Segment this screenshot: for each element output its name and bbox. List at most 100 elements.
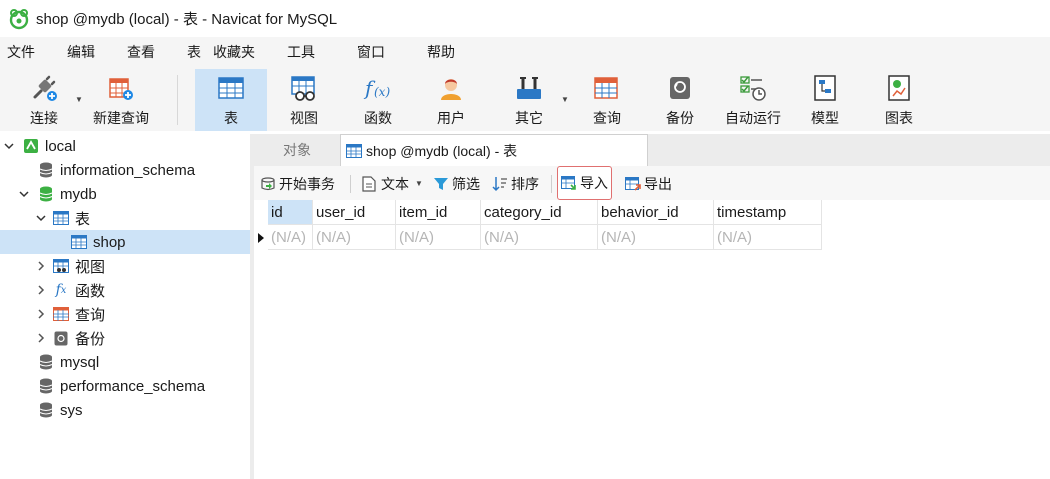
- view-button[interactable]: 视图: [276, 69, 332, 131]
- chevron-down-icon[interactable]: [3, 140, 15, 152]
- menu-tools[interactable]: 工具: [281, 42, 321, 62]
- tab-objects[interactable]: 对象: [254, 134, 340, 166]
- tree-db-information-schema[interactable]: information_schema: [0, 158, 250, 182]
- chevron-down-icon[interactable]: [18, 188, 30, 200]
- menu-table[interactable]: 表: [181, 42, 207, 62]
- tree-db-sys[interactable]: sys: [0, 398, 250, 422]
- navigation-tree: local information_schema mydb 表 shop 视图 …: [0, 134, 250, 479]
- new-query-button[interactable]: 新建查询: [88, 69, 154, 131]
- chart-label: 图表: [885, 110, 913, 126]
- menu-edit[interactable]: 编辑: [61, 42, 101, 62]
- table-icon: [216, 73, 246, 103]
- chevron-right-icon[interactable]: [35, 284, 47, 296]
- view-label: 视图: [290, 110, 318, 126]
- tree-db-mydb[interactable]: mydb: [0, 182, 250, 206]
- table-toolbar: 开始事务 文本 ▼ 筛选 排序 导入 导出: [254, 166, 1050, 200]
- chevron-down-icon[interactable]: [35, 212, 47, 224]
- user-button[interactable]: 用户: [423, 69, 479, 131]
- column-header-behavior-id[interactable]: behavior_id: [598, 200, 714, 225]
- filter-button[interactable]: 筛选: [430, 170, 483, 197]
- tree-connection-local[interactable]: local: [0, 134, 250, 158]
- sort-icon: [492, 176, 508, 192]
- chevron-right-icon[interactable]: [35, 308, 47, 320]
- chevron-right-icon[interactable]: [35, 260, 47, 272]
- database-icon: [38, 378, 54, 394]
- sort-button[interactable]: 排序: [489, 170, 542, 197]
- navicat-logo-icon: [9, 8, 29, 29]
- tree-label: 查询: [75, 306, 106, 324]
- table-button[interactable]: 表: [195, 69, 267, 131]
- grid-cell[interactable]: (N/A): [714, 225, 822, 250]
- grid-cell[interactable]: (N/A): [598, 225, 714, 250]
- tree-label: performance_schema: [60, 377, 206, 395]
- query-icon: [592, 73, 622, 103]
- tree-node-tables[interactable]: 表: [0, 206, 250, 230]
- connect-button[interactable]: 连接: [18, 69, 70, 131]
- automation-icon: [738, 73, 768, 103]
- window-title: shop @mydb (local) - 表 - Navicat for MyS…: [36, 11, 338, 28]
- import-button[interactable]: 导入: [557, 166, 612, 200]
- tree-node-backups[interactable]: 备份: [0, 326, 250, 350]
- grid-cell[interactable]: (N/A): [396, 225, 481, 250]
- menu-window[interactable]: 窗口: [351, 42, 391, 62]
- export-button[interactable]: 导出: [622, 170, 675, 197]
- grid-cell[interactable]: (N/A): [268, 225, 313, 250]
- tree-label: local: [45, 137, 76, 155]
- tree-label: shop: [93, 233, 126, 251]
- function-button[interactable]: f (x) 函数: [350, 69, 406, 131]
- data-grid: id user_id item_id category_id behavior_…: [254, 200, 1050, 479]
- toolbar-separator: [177, 75, 178, 125]
- toolbar-separator: [551, 175, 552, 193]
- column-header-item-id[interactable]: item_id: [396, 200, 481, 225]
- backup-icon: [665, 73, 695, 103]
- tree-node-views[interactable]: 视图: [0, 254, 250, 278]
- table-icon: [346, 143, 362, 159]
- tab-strip: 对象 shop @mydb (local) - 表: [254, 134, 1050, 166]
- new-query-label: 新建查询: [93, 110, 149, 126]
- query-button[interactable]: 查询: [579, 69, 635, 131]
- other-dropdown-icon[interactable]: ▼: [561, 95, 569, 104]
- connect-dropdown-icon[interactable]: ▼: [75, 95, 83, 104]
- grid-cell[interactable]: (N/A): [481, 225, 598, 250]
- column-header-timestamp[interactable]: timestamp: [714, 200, 822, 225]
- grid-cell[interactable]: (N/A): [313, 225, 396, 250]
- tree-node-queries[interactable]: 查询: [0, 302, 250, 326]
- database-icon: [38, 402, 54, 418]
- tab-label: shop @mydb (local) - 表: [366, 142, 518, 159]
- column-header-user-id[interactable]: user_id: [313, 200, 396, 225]
- database-icon: [38, 162, 54, 178]
- document-icon: [362, 175, 378, 192]
- row-pointer-icon: [254, 225, 268, 250]
- tree-label: 备份: [75, 330, 106, 348]
- chart-button[interactable]: 图表: [871, 69, 927, 131]
- column-header-category-id[interactable]: category_id: [481, 200, 598, 225]
- toolbar-separator: [350, 175, 351, 193]
- menu-view[interactable]: 查看: [121, 42, 161, 62]
- menu-help[interactable]: 帮助: [421, 42, 461, 62]
- backup-button[interactable]: 备份: [652, 69, 708, 131]
- tab-shop-table[interactable]: shop @mydb (local) - 表: [340, 134, 648, 166]
- backup-label: 备份: [666, 110, 694, 126]
- column-header-id[interactable]: id: [268, 200, 313, 225]
- menu-favorites[interactable]: 收藏夹: [207, 42, 261, 62]
- automation-button[interactable]: 自动运行: [720, 69, 786, 131]
- filter-icon: [433, 176, 449, 192]
- tree-db-performance-schema[interactable]: performance_schema: [0, 374, 250, 398]
- menu-file[interactable]: 文件: [1, 42, 41, 62]
- tree-db-mysql[interactable]: mysql: [0, 350, 250, 374]
- model-button[interactable]: 模型: [797, 69, 853, 131]
- tree-node-functions[interactable]: fx 函数: [0, 278, 250, 302]
- table-icon: [71, 234, 87, 250]
- view-icon: [53, 258, 69, 274]
- user-icon: [436, 73, 466, 103]
- user-label: 用户: [437, 110, 465, 126]
- text-button[interactable]: 文本 ▼: [359, 170, 426, 197]
- import-icon: [561, 175, 577, 191]
- transaction-icon: [260, 176, 276, 192]
- chevron-right-icon[interactable]: [35, 332, 47, 344]
- begin-transaction-button[interactable]: 开始事务: [257, 170, 338, 197]
- other-button[interactable]: 其它: [500, 69, 558, 131]
- connection-icon: [23, 138, 39, 154]
- plug-icon: [29, 73, 59, 103]
- tree-table-shop[interactable]: shop: [0, 230, 250, 254]
